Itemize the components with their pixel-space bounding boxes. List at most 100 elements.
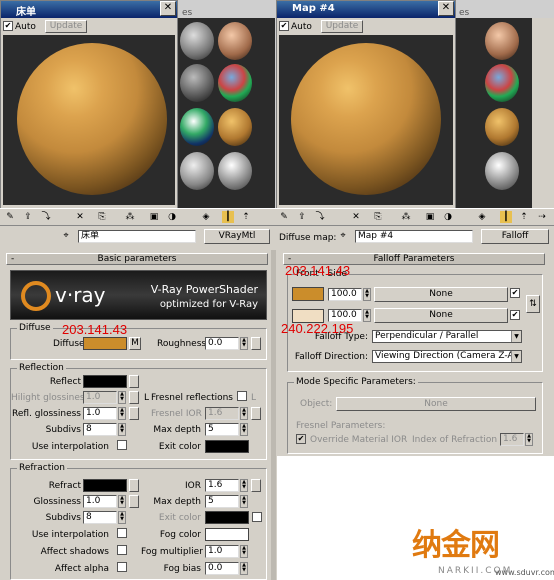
- hilight-spinner[interactable]: ▲ ▼: [118, 391, 126, 404]
- fog-bias-field[interactable]: 0.0: [205, 562, 239, 575]
- max-depth-field[interactable]: 5: [205, 495, 239, 508]
- roughness-spinner[interactable]: ▲ ▼: [240, 337, 248, 350]
- sample-slot[interactable]: [485, 152, 519, 190]
- diffuse-map-button[interactable]: M: [129, 337, 141, 350]
- get-material-icon[interactable]: ✎: [4, 211, 16, 223]
- swap-colors-button[interactable]: ⇅: [526, 295, 540, 313]
- rollout-header[interactable]: - Basic parameters: [6, 253, 268, 265]
- show-end-icon[interactable]: ┃: [222, 211, 234, 223]
- fog-color-swatch[interactable]: [205, 528, 249, 541]
- close-button[interactable]: ✕: [160, 1, 176, 16]
- effects-icon[interactable]: ◑: [166, 211, 178, 223]
- save-icon[interactable]: ▣: [424, 211, 436, 223]
- falloff-direction-dropdown[interactable]: Viewing Direction (Camera Z-Axis) ▼: [372, 350, 522, 363]
- show-map-icon[interactable]: ◈: [476, 211, 488, 223]
- save-icon[interactable]: ▣: [148, 211, 160, 223]
- exit-color-checkbox[interactable]: [252, 512, 262, 523]
- front-color-swatch[interactable]: [292, 287, 324, 301]
- hilight-glossiness-field[interactable]: 1.0: [83, 391, 117, 404]
- affect-alpha-checkbox[interactable]: [117, 562, 127, 573]
- diffuse-color-swatch[interactable]: [83, 337, 127, 350]
- unique-icon[interactable]: ⁂: [124, 211, 136, 223]
- copy-icon[interactable]: ⎘: [96, 211, 108, 223]
- sample-slot[interactable]: [180, 22, 214, 60]
- fresnel-lock-label[interactable]: L: [251, 393, 256, 403]
- go-parent-icon[interactable]: ⇡: [240, 211, 252, 223]
- max-depth-field[interactable]: 5: [205, 423, 239, 436]
- subdivs-spinner[interactable]: ▲ ▼: [118, 511, 126, 524]
- glossiness-field[interactable]: 1.0: [83, 495, 117, 508]
- use-interpolation-checkbox[interactable]: [117, 440, 127, 451]
- use-interpolation-checkbox[interactable]: [117, 528, 127, 539]
- show-map-icon[interactable]: ◈: [200, 211, 212, 223]
- glossiness-map-button[interactable]: [129, 495, 139, 508]
- side-map-button[interactable]: None: [374, 308, 508, 323]
- sample-slot[interactable]: [218, 22, 252, 60]
- fog-multiplier-field[interactable]: 1.0: [205, 545, 239, 558]
- ior-field[interactable]: 1.6: [205, 479, 239, 492]
- update-button[interactable]: Update: [45, 20, 87, 33]
- put-material-icon[interactable]: ⇪: [22, 211, 34, 223]
- roughness-map-button[interactable]: [251, 337, 261, 350]
- glossiness-spinner[interactable]: ▲ ▼: [118, 495, 126, 508]
- fog-bias-spinner[interactable]: ▲ ▼: [240, 562, 248, 575]
- front-amount-spinner[interactable]: ▲ ▼: [363, 288, 371, 301]
- reflect-map-button[interactable]: [129, 375, 139, 388]
- index-of-refraction-spinner[interactable]: ▲ ▼: [525, 433, 533, 446]
- side-map-checkbox[interactable]: ✔: [510, 310, 520, 321]
- unique-icon[interactable]: ⁂: [400, 211, 412, 223]
- fog-multiplier-spinner[interactable]: ▲ ▼: [240, 545, 248, 558]
- subdivs-field[interactable]: 8: [83, 511, 117, 524]
- exit-color-swatch[interactable]: [205, 440, 249, 453]
- sample-slot[interactable]: [180, 64, 214, 102]
- material-name-field[interactable]: 床单: [78, 230, 196, 243]
- exit-color-swatch[interactable]: [205, 511, 249, 524]
- front-map-checkbox[interactable]: ✔: [510, 288, 520, 299]
- copy-icon[interactable]: ⎘: [372, 211, 384, 223]
- reset-icon[interactable]: ✕: [350, 211, 362, 223]
- refl-glossiness-map-button[interactable]: [129, 407, 139, 420]
- sample-slot[interactable]: [218, 64, 252, 102]
- subdivs-field[interactable]: 8: [83, 423, 117, 436]
- go-sibling-icon[interactable]: ⇢: [536, 211, 548, 223]
- fresnel-ior-spinner[interactable]: ▲ ▼: [240, 407, 248, 420]
- override-ior-checkbox[interactable]: ✔: [296, 434, 306, 445]
- sample-slot[interactable]: [218, 108, 252, 146]
- side-amount-spinner[interactable]: ▲ ▼: [363, 309, 371, 322]
- get-material-icon[interactable]: ✎: [278, 211, 290, 223]
- material-type-button[interactable]: VRayMtl: [204, 229, 270, 244]
- fresnel-checkbox[interactable]: [237, 391, 247, 402]
- map-name-field[interactable]: Map #4: [355, 230, 473, 243]
- falloff-type-dropdown[interactable]: Perpendicular / Parallel ▼: [372, 330, 522, 343]
- panel-scrollbar[interactable]: [271, 250, 276, 580]
- refract-map-button[interactable]: [129, 479, 139, 492]
- pick-material-icon[interactable]: ⌖: [337, 230, 349, 242]
- refl-glossiness-field[interactable]: 1.0: [83, 407, 117, 420]
- sample-slot[interactable]: [485, 64, 519, 102]
- pick-material-icon[interactable]: ⌖: [60, 230, 72, 242]
- sample-slot[interactable]: [180, 108, 214, 146]
- affect-shadows-checkbox[interactable]: [117, 545, 127, 556]
- hilight-map-button[interactable]: [129, 391, 139, 404]
- assign-material-icon[interactable]: ⤵: [314, 211, 326, 223]
- show-end-icon[interactable]: ┃: [500, 211, 512, 223]
- assign-material-icon[interactable]: ⤵: [40, 211, 52, 223]
- sample-slot[interactable]: [180, 152, 214, 190]
- front-map-button[interactable]: None: [374, 287, 508, 302]
- refract-color-swatch[interactable]: [83, 479, 127, 492]
- refl-glossiness-spinner[interactable]: ▲ ▼: [118, 407, 126, 420]
- sample-slot[interactable]: [485, 108, 519, 146]
- sample-slot[interactable]: [218, 152, 252, 190]
- ior-map-button[interactable]: [251, 479, 261, 492]
- close-button[interactable]: ✕: [438, 1, 454, 16]
- roughness-field[interactable]: 0.0: [205, 337, 239, 350]
- auto-checkbox[interactable]: ✔: [3, 21, 13, 32]
- max-depth-spinner[interactable]: ▲ ▼: [240, 423, 248, 436]
- reset-icon[interactable]: ✕: [74, 211, 86, 223]
- update-button[interactable]: Update: [321, 20, 363, 33]
- effects-icon[interactable]: ◑: [442, 211, 454, 223]
- go-parent-icon[interactable]: ⇡: [518, 211, 530, 223]
- fresnel-ior-map-button[interactable]: [251, 407, 261, 420]
- index-of-refraction-field[interactable]: 1.6: [500, 433, 524, 446]
- ior-spinner[interactable]: ▲ ▼: [240, 479, 248, 492]
